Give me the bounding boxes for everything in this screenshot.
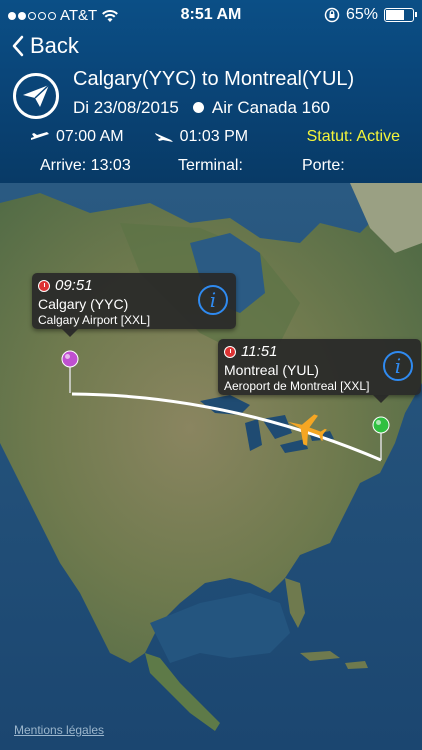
arrival-time: 01:03 PM	[179, 128, 249, 145]
callout-tail	[373, 395, 389, 403]
clock-icon	[224, 345, 236, 358]
gate-label: Porte:	[302, 157, 345, 174]
origin-pin-icon[interactable]	[61, 350, 79, 368]
flight-status: Statut: Active	[306, 128, 400, 145]
callout-tail	[62, 329, 78, 337]
destination-info-icon[interactable]: i	[383, 351, 413, 381]
destination-airport: Aeroport de Montreal [XXL]	[224, 379, 370, 393]
bullet-icon	[192, 102, 204, 113]
landing-icon	[154, 133, 173, 142]
route-title: Calgary(YYC) to Montreal(YUL)	[73, 68, 355, 90]
flight-map[interactable]: 09:51 Calgary (YYC) Calgary Airport [XXL…	[0, 183, 422, 750]
flight-name-row: Air Canada 160	[192, 98, 331, 118]
chevron-left-icon	[12, 35, 24, 57]
flight-name: Air Canada 160	[211, 98, 331, 117]
flight-header: AT&T 8:51 AM 65% Back Calgary(YYC) to Mo…	[0, 0, 422, 183]
origin-callout[interactable]: 09:51 Calgary (YYC) Calgary Airport [XXL…	[32, 273, 236, 337]
battery-icon	[384, 8, 417, 22]
origin-airport: Calgary Airport [XXL]	[38, 313, 151, 327]
map-background	[0, 183, 422, 750]
terminal-label: Terminal:	[178, 157, 243, 174]
airplane-icon	[288, 414, 327, 446]
origin-time: 09:51	[55, 277, 93, 294]
takeoff-icon	[31, 132, 49, 140]
rotation-lock-icon	[324, 7, 340, 23]
origin-info-icon[interactable]: i	[198, 285, 228, 315]
back-button[interactable]: Back	[12, 33, 79, 59]
departure-time: 07:00 AM	[56, 128, 124, 145]
destination-time: 11:51	[241, 343, 278, 360]
clock-icon	[38, 279, 50, 292]
battery-percent: 65%	[345, 6, 378, 23]
status-bar: AT&T 8:51 AM 65%	[0, 0, 422, 30]
destination-pin-icon[interactable]	[372, 416, 390, 434]
flight-date: Di 23/08/2015	[73, 98, 179, 117]
arrive-time: Arrive: 13:03	[40, 157, 131, 174]
paper-plane-icon	[13, 73, 59, 119]
back-label: Back	[30, 33, 79, 58]
legal-notice-link[interactable]: Mentions légales	[14, 723, 104, 737]
destination-callout[interactable]: 11:51 Montreal (YUL) Aeroport de Montrea…	[218, 339, 421, 403]
